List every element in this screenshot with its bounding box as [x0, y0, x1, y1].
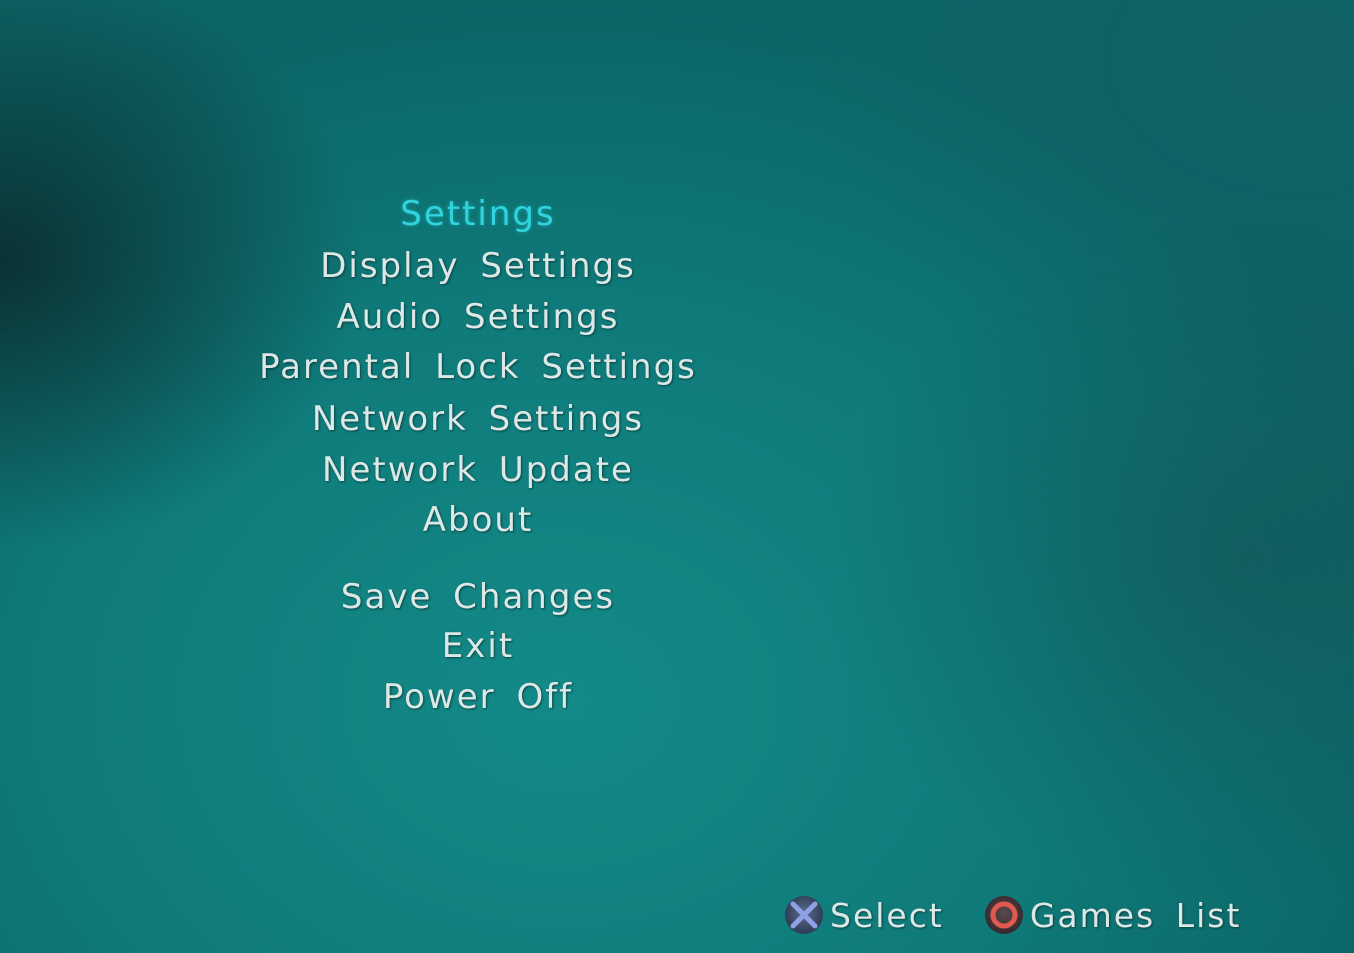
- hint-games-list-label: Games List: [1029, 895, 1242, 935]
- cross-button-icon: [785, 896, 823, 934]
- settings-menu: Settings Display Settings Audio Settings…: [0, 0, 956, 953]
- menu-item-power-off[interactable]: Power Off: [0, 675, 956, 719]
- menu-item-parental-lock-settings[interactable]: Parental Lock Settings: [0, 345, 956, 389]
- hint-select[interactable]: Select: [780, 893, 944, 937]
- circle-button-icon: [984, 896, 1023, 934]
- button-hints: Select Games List: [780, 893, 1241, 937]
- hint-games-list[interactable]: Games List: [980, 893, 1242, 937]
- menu-item-exit[interactable]: Exit: [0, 624, 956, 668]
- menu-item-audio-settings[interactable]: Audio Settings: [0, 295, 956, 339]
- menu-title: Settings: [400, 194, 556, 234]
- menu-item-save-changes[interactable]: Save Changes: [0, 575, 956, 619]
- menu-item-display-settings[interactable]: Display Settings: [0, 244, 956, 288]
- hint-select-label: Select: [830, 895, 944, 935]
- menu-item-about[interactable]: About: [0, 498, 956, 542]
- menu-item-network-update[interactable]: Network Update: [0, 448, 956, 492]
- menu-item-network-settings[interactable]: Network Settings: [0, 397, 956, 441]
